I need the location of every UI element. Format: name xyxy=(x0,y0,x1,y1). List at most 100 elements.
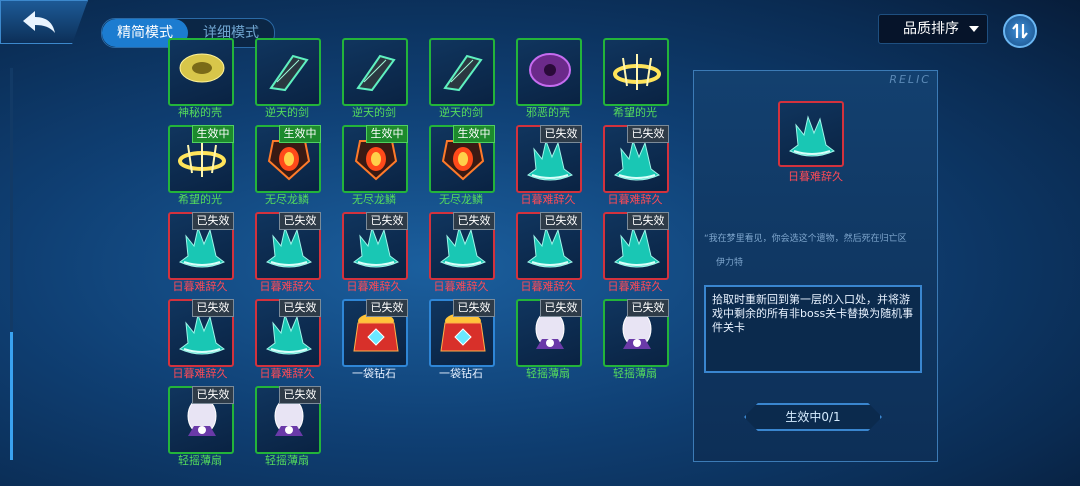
status-badge: 已失效 xyxy=(279,212,321,230)
relic-cell[interactable]: 已失效轻摇薄扇 xyxy=(516,299,582,383)
relic-frame: 已失效 xyxy=(516,212,582,280)
relic-frame: 生效中 xyxy=(342,125,408,193)
status-badge: 已失效 xyxy=(540,299,582,317)
relic-name: 轻摇薄扇 xyxy=(265,454,309,467)
relic-cell[interactable]: 已失效 日暮难辞久 xyxy=(255,299,321,383)
relic-cell[interactable]: 已失效 轻摇薄扇 xyxy=(603,299,669,383)
status-badge: 已失效 xyxy=(453,299,495,317)
relic-cell[interactable]: 已失效 日暮难辞久 xyxy=(603,212,669,296)
relic-cell[interactable]: 邪恶的壳 xyxy=(516,38,582,122)
relic-cell[interactable]: 已失效轻摇薄扇 xyxy=(255,386,321,470)
relic-name: 日暮难辞久 xyxy=(172,280,228,293)
relic-frame: 已失效 xyxy=(516,299,582,367)
relic-cell[interactable]: 已失效日暮难辞久 xyxy=(168,299,234,383)
status-badge: 已失效 xyxy=(279,386,321,404)
relic-cell[interactable]: 逆天的剑 xyxy=(342,38,408,122)
sort-order-icon xyxy=(1012,23,1028,39)
sort-dropdown[interactable]: 品质排序 xyxy=(878,14,988,44)
relic-name: 日暮难辞久 xyxy=(433,280,489,293)
relic-name: 一袋钻石 xyxy=(352,367,396,380)
relic-cell[interactable]: 逆天的剑 xyxy=(429,38,495,122)
relic-name: 轻摇薄扇 xyxy=(178,454,222,467)
relic-cell[interactable]: 已失效日暮难辞久 xyxy=(255,212,321,296)
relic-frame xyxy=(516,38,582,106)
status-badge: 生效中 xyxy=(453,125,495,143)
relic-cell[interactable]: 希望的光 xyxy=(603,38,669,122)
flavor-author: 伊力特 xyxy=(716,258,744,268)
relic-name: 轻摇薄扇 xyxy=(613,367,657,380)
status-badge: 已失效 xyxy=(453,212,495,230)
status-badge: 已失效 xyxy=(540,212,582,230)
relic-name: 邪恶的壳 xyxy=(526,106,570,119)
relic-name: 日暮难辞久 xyxy=(520,280,576,293)
chevron-down-icon xyxy=(969,26,979,32)
relic-frame: 已失效 xyxy=(168,212,234,280)
relic-cell[interactable]: 生效中希望的光 xyxy=(168,125,234,209)
relic-frame: 已失效 xyxy=(603,212,669,280)
relic-name: 无尽龙鳞 xyxy=(439,193,483,206)
relic-frame: 生效中 xyxy=(429,125,495,193)
witch-hat-icon xyxy=(789,115,835,157)
relic-name: 无尽龙鳞 xyxy=(265,193,309,206)
relic-name: 逆天的剑 xyxy=(439,106,483,119)
relic-grid: 神秘的壳 逆天的剑 逆天的剑 逆天的剑 邪恶的壳 希望的光 生效中 希望的光 生效中 无尽龙鳞 生效… xyxy=(0,0,690,486)
status-badge: 已失效 xyxy=(192,299,234,317)
relic-name: 一袋钻石 xyxy=(439,367,483,380)
selected-relic-name: 日暮难辞久 xyxy=(788,170,843,183)
status-badge: 已失效 xyxy=(192,212,234,230)
relic-cell[interactable]: 已失效轻摇薄扇 xyxy=(168,386,234,470)
relic-name: 日暮难辞久 xyxy=(172,367,228,380)
relic-frame: 已失效 xyxy=(168,386,234,454)
sort-order-button[interactable] xyxy=(1003,14,1037,48)
relic-cell[interactable]: 已失效一袋钻石 xyxy=(429,299,495,383)
relic-name: 轻摇薄扇 xyxy=(526,367,570,380)
status-badge: 已失效 xyxy=(192,386,234,404)
relic-tag: RELIC xyxy=(889,73,931,86)
relic-frame xyxy=(168,38,234,106)
status-badge: 生效中 xyxy=(192,125,234,143)
relic-description: 拾取时重新回到第一层的入口处，并将游戏中剩余的所有非boss关卡替换为随机事件关… xyxy=(712,293,914,334)
sword-icon xyxy=(269,54,309,92)
relic-frame: 已失效 xyxy=(342,299,408,367)
relic-name: 希望的光 xyxy=(613,106,657,119)
relic-frame: 已失效 xyxy=(255,212,321,280)
relic-cell[interactable]: 神秘的壳 xyxy=(168,38,234,122)
relic-name: 日暮难辞久 xyxy=(520,193,576,206)
relic-frame: 已失效 xyxy=(603,299,669,367)
description-box: 拾取时重新回到第一层的入口处，并将游戏中剩余的所有非boss关卡替换为随机事件关… xyxy=(704,285,922,373)
status-badge: 已失效 xyxy=(366,212,408,230)
relic-frame xyxy=(603,38,669,106)
relic-cell[interactable]: 已失效 日暮难辞久 xyxy=(603,125,669,209)
effect-status-button[interactable]: 生效中0/1 xyxy=(744,403,882,431)
relic-frame xyxy=(429,38,495,106)
flavor-text: “我在梦里看见，你会选这个遗物，然后死在归亡区 xyxy=(704,234,907,244)
status-badge: 已失效 xyxy=(366,299,408,317)
relic-name: 日暮难辞久 xyxy=(259,280,315,293)
halo-icon xyxy=(613,54,661,90)
relic-detail-panel: RELIC 日暮难辞久 “我在梦里看见，你会选这个遗物，然后死在归亡区 伊力特 … xyxy=(693,70,938,462)
relic-frame: 生效中 xyxy=(255,125,321,193)
relic-cell[interactable]: 已失效日暮难辞久 xyxy=(429,212,495,296)
relic-name: 日暮难辞久 xyxy=(259,367,315,380)
relic-cell[interactable]: 已失效一袋钻石 xyxy=(342,299,408,383)
relic-frame xyxy=(255,38,321,106)
relic-name: 日暮难辞久 xyxy=(607,280,663,293)
relic-cell[interactable]: 生效中无尽龙鳞 xyxy=(429,125,495,209)
relic-frame: 已失效 xyxy=(168,299,234,367)
relic-frame: 生效中 xyxy=(168,125,234,193)
relic-name: 逆天的剑 xyxy=(265,106,309,119)
relic-cell[interactable]: 已失效日暮难辞久 xyxy=(342,212,408,296)
relic-name: 日暮难辞久 xyxy=(346,280,402,293)
relic-frame: 已失效 xyxy=(342,212,408,280)
relic-frame: 已失效 xyxy=(603,125,669,193)
relic-cell[interactable]: 已失效日暮难辞久 xyxy=(168,212,234,296)
relic-cell[interactable]: 已失效日暮难辞久 xyxy=(516,125,582,209)
relic-cell[interactable]: 生效中 无尽龙鳞 xyxy=(342,125,408,209)
status-badge: 生效中 xyxy=(366,125,408,143)
relic-name: 希望的光 xyxy=(178,193,222,206)
sword-icon xyxy=(443,54,483,92)
relic-cell[interactable]: 逆天的剑 xyxy=(255,38,321,122)
status-badge: 已失效 xyxy=(540,125,582,143)
relic-cell[interactable]: 已失效日暮难辞久 xyxy=(516,212,582,296)
relic-cell[interactable]: 生效中 无尽龙鳞 xyxy=(255,125,321,209)
